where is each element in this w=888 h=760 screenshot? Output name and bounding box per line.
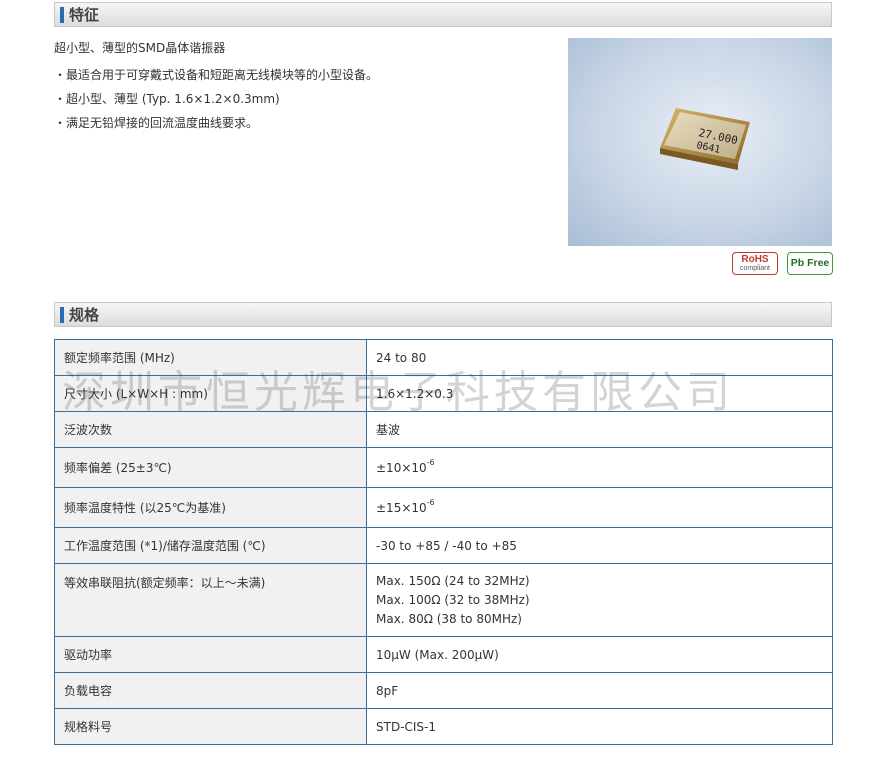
table-row: 工作温度范围 (*1)/储存温度范围 (℃) -30 to +85 / -40 … [54, 527, 833, 564]
spec-value: ±15×10-6 [366, 487, 833, 528]
table-row: 频率温度特性 (以25℃为基准) ±15×10-6 [54, 487, 833, 528]
spec-value-exponent: -6 [426, 497, 435, 507]
spec-value: 8pF [366, 672, 833, 709]
specs-title: 规格 [69, 306, 100, 324]
table-row: 规格料号 STD-CIS-1 [54, 708, 833, 745]
spec-label: 规格料号 [54, 708, 367, 745]
spec-value: -30 to +85 / -40 to +85 [366, 527, 833, 564]
spec-label: 频率偏差 (25±3℃) [54, 447, 367, 488]
section-accent-bar [60, 7, 64, 23]
table-row: 驱动功率 10μW (Max. 200μW) [54, 636, 833, 673]
spec-value-base: ±15×10 [376, 500, 427, 515]
spec-label: 泛波次数 [54, 411, 367, 448]
rohs-badge-sub: compliant [740, 265, 770, 272]
spec-label: 负载电容 [54, 672, 367, 709]
spec-value: 基波 [366, 411, 833, 448]
spec-label: 等效串联阻抗(额定频率：以上～未满) [54, 563, 367, 637]
pb-free-badge: Pb Free [787, 252, 833, 275]
features-list: ・最适合用于可穿戴式设备和短距离无线模块等的小型设备。 ・超小型、薄型 (Typ… [54, 67, 378, 139]
spec-label: 额定频率范围 (MHz) [54, 339, 367, 376]
spec-value-exponent: -6 [426, 457, 435, 467]
feature-item: ・超小型、薄型 (Typ. 1.6×1.2×0.3mm) [54, 92, 280, 106]
spec-value: Max. 150Ω (24 to 32MHz) Max. 100Ω (32 to… [366, 563, 833, 637]
rohs-badge-label: RoHS [741, 254, 769, 265]
table-row: 等效串联阻抗(额定频率：以上～未满) Max. 150Ω (24 to 32MH… [54, 563, 833, 637]
spec-value-line: Max. 80Ω (38 to 80MHz) [376, 611, 522, 626]
specs-section-header: 规格 [54, 302, 832, 327]
spec-value: 1.6×1.2×0.3 [366, 375, 833, 412]
product-photo: 27.000 0641 [568, 38, 832, 246]
spec-label: 频率温度特性 (以25℃为基准) [54, 487, 367, 528]
spec-label: 尺寸大小 (L×W×H : mm) [54, 375, 367, 412]
spec-value: STD-CIS-1 [366, 708, 833, 745]
feature-item: ・满足无铅焊接的回流温度曲线要求。 [54, 116, 259, 130]
features-title: 特征 [69, 6, 100, 24]
feature-item: ・最适合用于可穿戴式设备和短距离无线模块等的小型设备。 [54, 68, 379, 82]
spec-value-line: Max. 100Ω (32 to 38MHz) [376, 592, 530, 607]
spec-value: 24 to 80 [366, 339, 833, 376]
specs-table: 额定频率范围 (MHz) 24 to 80 尺寸大小 (L×W×H : mm) … [54, 339, 833, 745]
spec-value-base: ±10×10 [376, 460, 427, 475]
spec-label: 驱动功率 [54, 636, 367, 673]
table-row: 额定频率范围 (MHz) 24 to 80 [54, 339, 833, 376]
spec-value-line: Max. 150Ω (24 to 32MHz) [376, 573, 530, 588]
spec-value: 10μW (Max. 200μW) [366, 636, 833, 673]
section-accent-bar [60, 307, 64, 323]
table-row: 泛波次数 基波 [54, 411, 833, 448]
table-row: 尺寸大小 (L×W×H : mm) 1.6×1.2×0.3 [54, 375, 833, 412]
spec-value: ±10×10-6 [366, 447, 833, 488]
table-row: 负载电容 8pF [54, 672, 833, 709]
features-intro: 超小型、薄型的SMD晶体谐振器 [54, 41, 226, 55]
spec-label: 工作温度范围 (*1)/储存温度范围 (℃) [54, 527, 367, 564]
rohs-badge: RoHS compliant [732, 252, 778, 275]
features-section-header: 特征 [54, 2, 832, 27]
table-row: 频率偏差 (25±3℃) ±10×10-6 [54, 447, 833, 488]
